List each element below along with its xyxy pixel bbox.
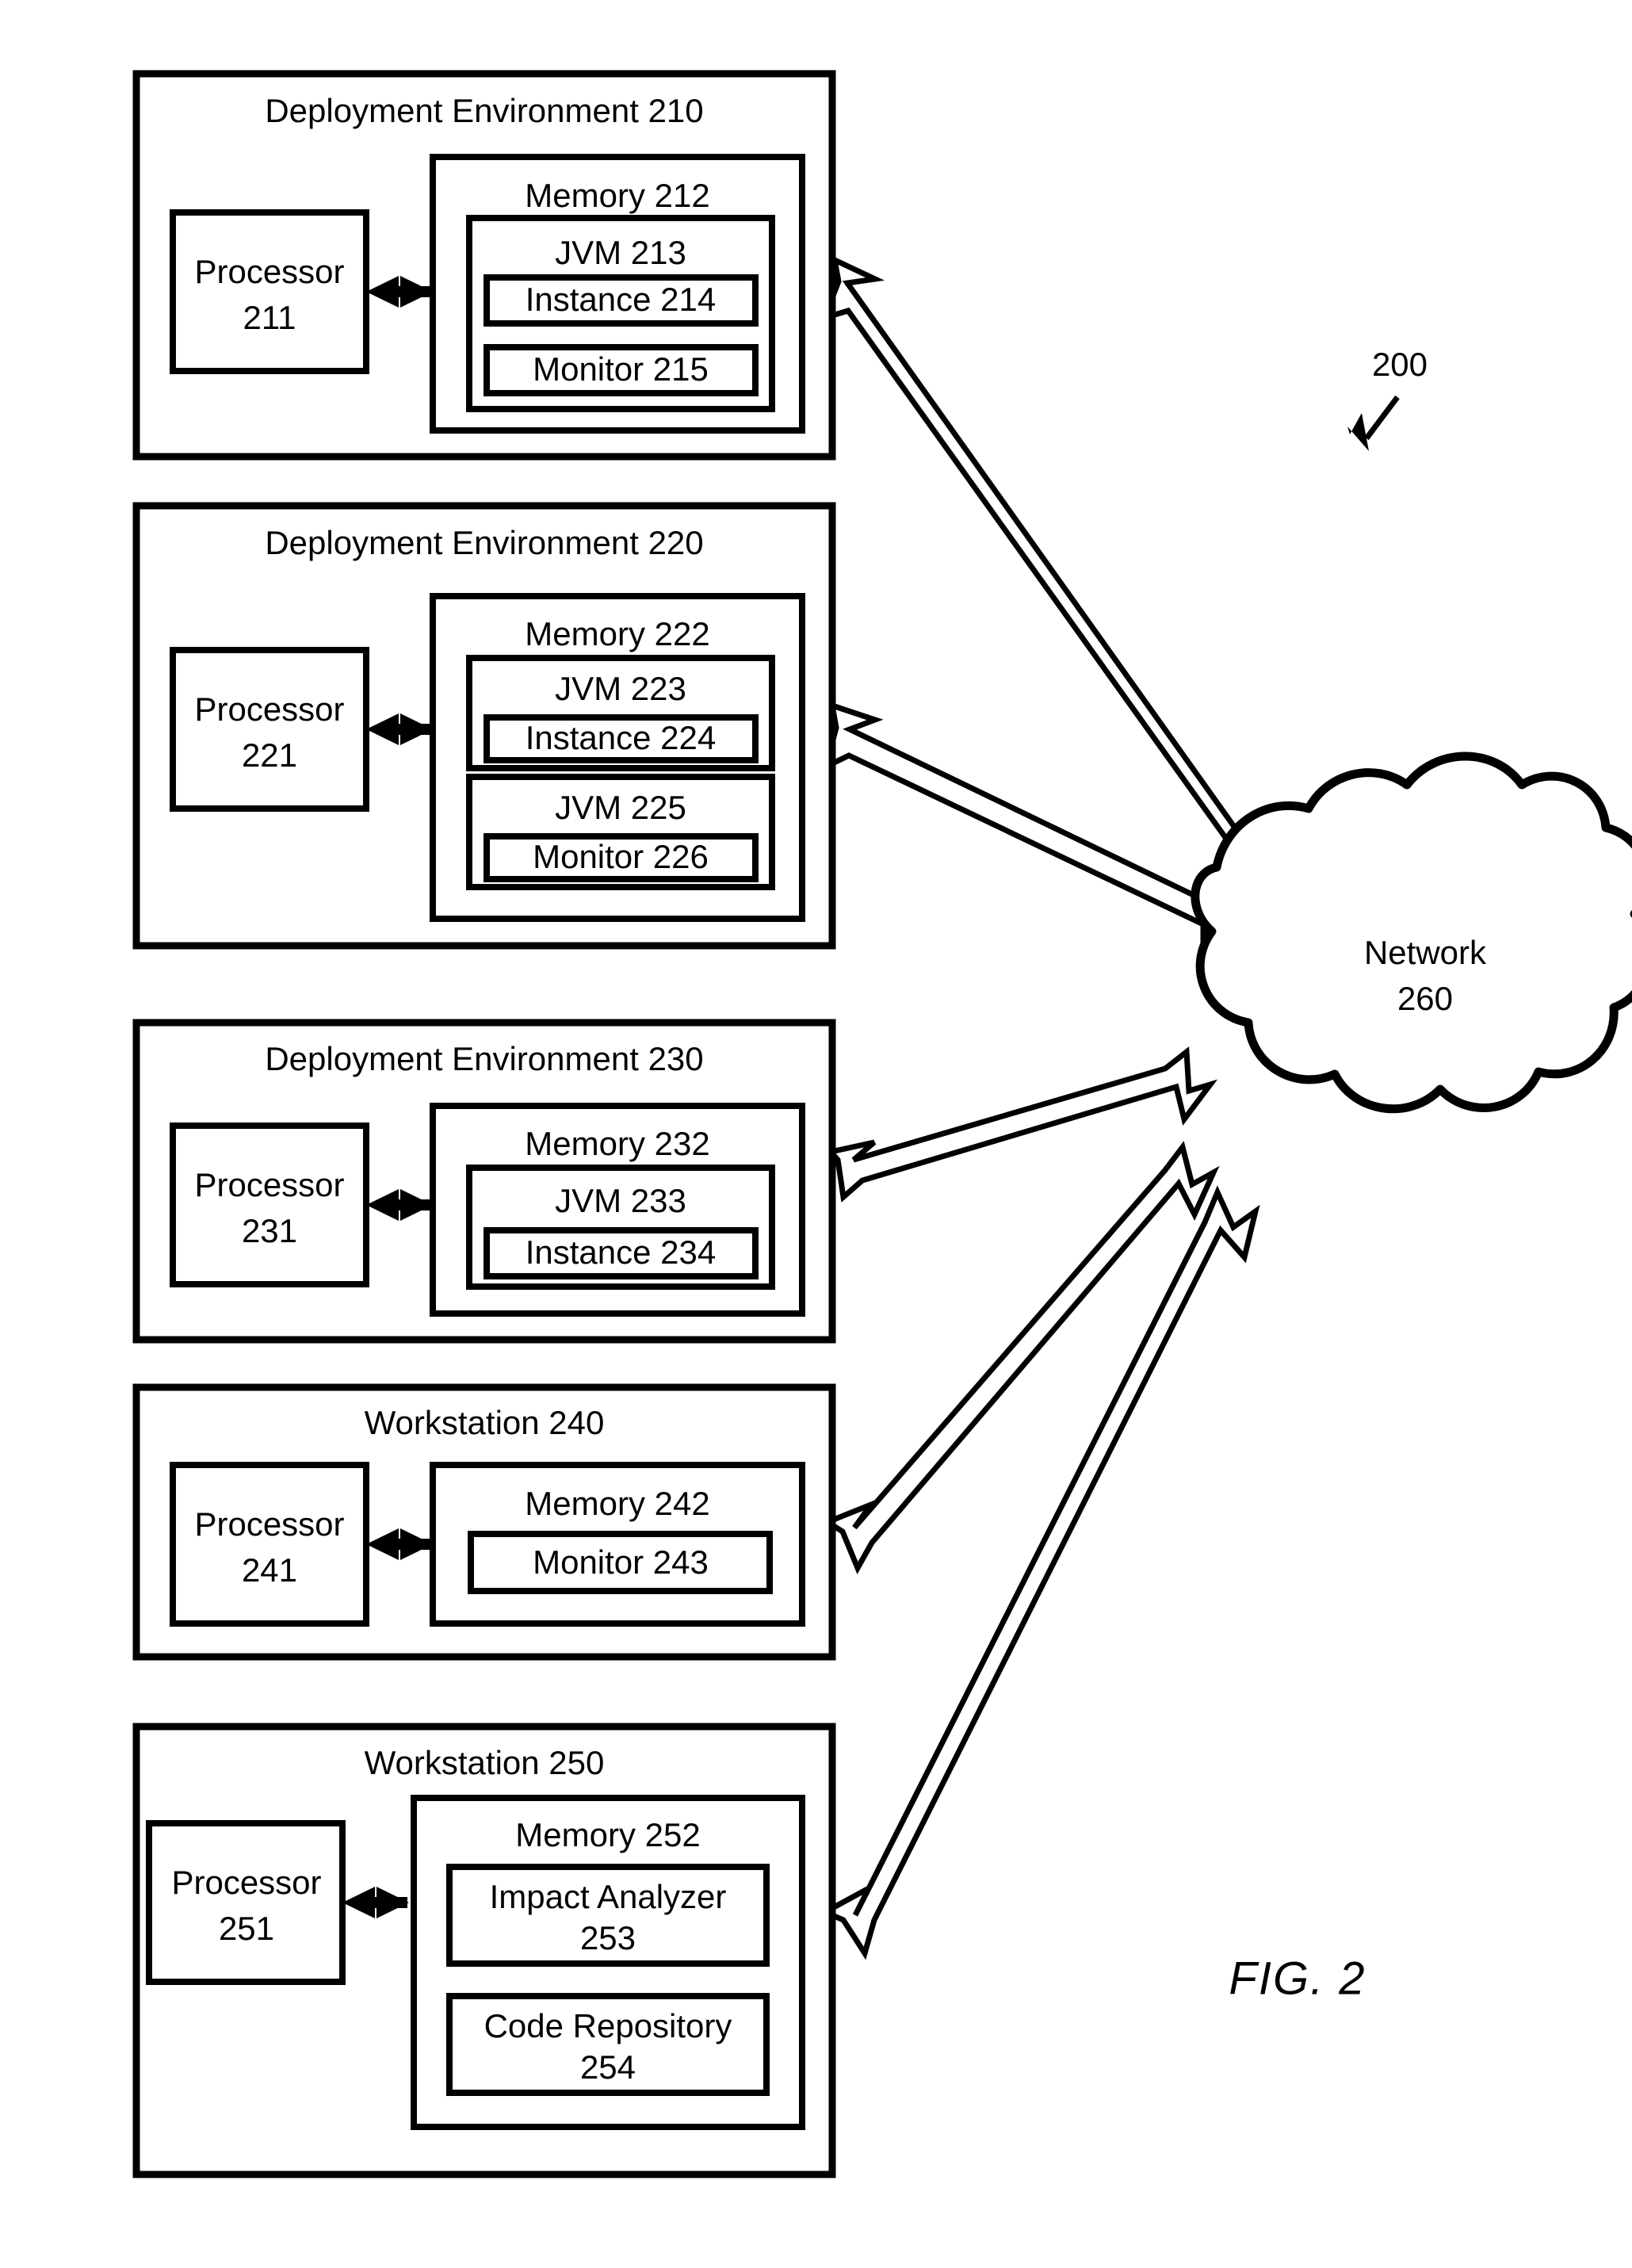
de220-instance224-label: Instance 224 [526, 719, 717, 756]
network-label-name: Network [1364, 934, 1487, 971]
node-de230: Deployment Environment 230 Processor 231… [132, 1019, 836, 1344]
de210-processor-ref: 211 [243, 299, 296, 336]
de210-memory-title: Memory 212 [525, 177, 709, 214]
de230-processor-box [170, 1123, 369, 1287]
patent-figure-canvas: Network 260 200 FIG. 2 Deployment Enviro… [0, 0, 1632, 2268]
ws250-code-repository-ref: 254 [580, 2048, 636, 2086]
ws250-impact-analyzer-label: Impact Analyzer [490, 1878, 727, 1915]
connector-de210-network [820, 254, 1288, 902]
connector-ws250-network [819, 1185, 1260, 1960]
figure-caption: FIG. 2 [1229, 1952, 1366, 2004]
ws240-processor-box [170, 1462, 369, 1627]
de220-processor-label: Processor [194, 690, 344, 728]
de230-title: Deployment Environment 230 [265, 1040, 703, 1077]
ws240-title: Workstation 240 [365, 1404, 605, 1441]
de210-monitor215-label: Monitor 215 [533, 350, 709, 388]
ws240-monitor243-label: Monitor 243 [533, 1543, 709, 1581]
figure-2-diagram: Network 260 200 FIG. 2 Deployment Enviro… [132, 70, 1632, 2178]
de210-title: Deployment Environment 210 [265, 92, 703, 129]
ws250-processor-box [146, 1820, 346, 1985]
de220-processor-ref: 221 [242, 736, 297, 774]
ws250-processor-label: Processor [171, 1864, 321, 1901]
de210-processor-box [170, 209, 369, 374]
de230-memory-title: Memory 232 [525, 1125, 709, 1162]
ws250-impact-analyzer-ref: 253 [580, 1919, 636, 1956]
de220-processor-box [170, 647, 369, 812]
de220-title: Deployment Environment 220 [265, 524, 703, 561]
node-ws250: Workstation 250 Processor 251 Memory 252… [132, 1723, 836, 2178]
de230-processor-label: Processor [194, 1166, 344, 1203]
node-de210: Deployment Environment 210 Processor 211… [132, 70, 836, 461]
de230-jvm233-title: JVM 233 [555, 1182, 686, 1219]
de210-processor-label: Processor [194, 253, 344, 290]
de210-instance214-label: Instance 214 [526, 281, 717, 318]
de210-jvm213-title: JVM 213 [555, 234, 686, 271]
de220-memory-title: Memory 222 [525, 615, 709, 652]
system-reference-200: 200 [1347, 346, 1428, 451]
de230-instance234-label: Instance 234 [526, 1233, 717, 1271]
node-ws240: Workstation 240 Processor 241 Memory 242… [132, 1383, 836, 1661]
node-de220: Deployment Environment 220 Processor 221… [132, 502, 836, 950]
connector-de230-network [825, 1046, 1218, 1203]
ws250-processor-ref: 251 [219, 1910, 274, 1947]
network-label-ref: 260 [1397, 980, 1453, 1017]
ws240-processor-ref: 241 [242, 1551, 297, 1589]
ws250-code-repository-label: Code Repository [484, 2007, 732, 2044]
de220-jvm225-title: JVM 225 [555, 789, 686, 826]
ws240-memory-title: Memory 242 [525, 1485, 709, 1522]
network-cloud: Network 260 [1191, 752, 1632, 1114]
de220-monitor226-label: Monitor 226 [533, 838, 709, 875]
de220-jvm223-title: JVM 223 [555, 670, 686, 707]
system-ref-label: 200 [1372, 346, 1428, 383]
ws250-memory-title: Memory 252 [515, 1816, 700, 1853]
ws250-title: Workstation 250 [365, 1744, 605, 1781]
de230-processor-ref: 231 [242, 1212, 297, 1249]
ws240-processor-label: Processor [194, 1505, 344, 1543]
